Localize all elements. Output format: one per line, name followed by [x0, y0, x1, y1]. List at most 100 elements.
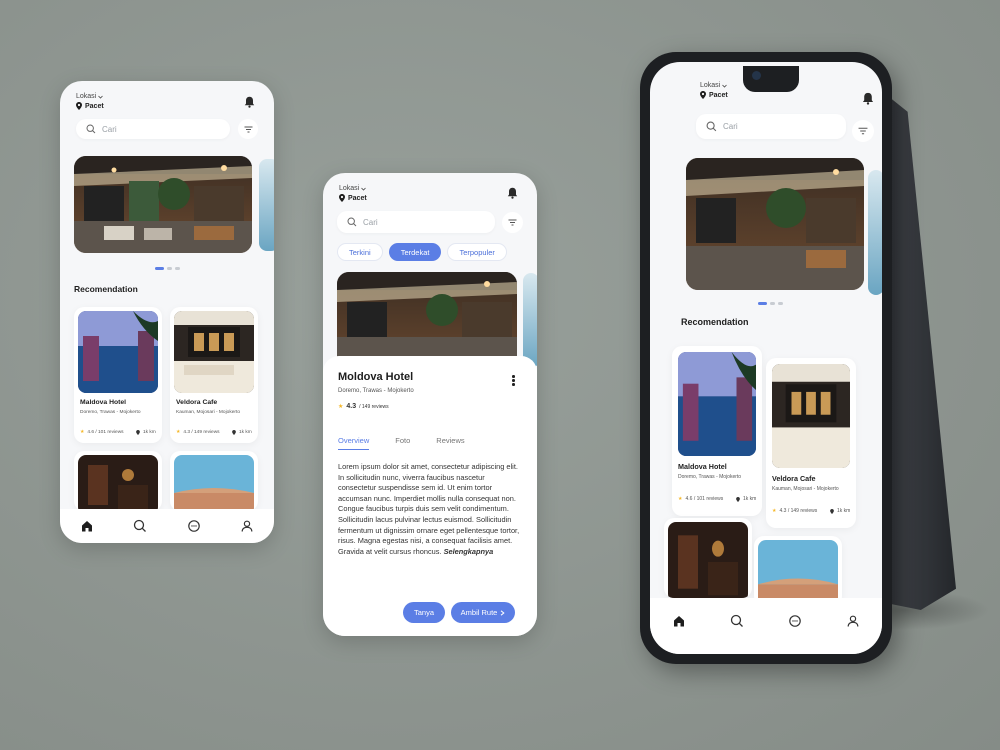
location-value: Pacet: [76, 102, 104, 110]
place-distance: 1k km: [830, 508, 850, 514]
place-card[interactable]: Maldova Hotel Doremo, Trawas - Mojokerto…: [74, 307, 162, 443]
place-address: Doremo, Trawas - Mojokerto: [80, 410, 141, 415]
chat-icon[interactable]: [788, 614, 802, 628]
place-card[interactable]: Veldora Cafe Kauman, Mojosari - Mojokert…: [170, 307, 258, 443]
location-value: Pacet: [339, 194, 367, 202]
search-input[interactable]: Cari: [76, 119, 230, 139]
map-pin-icon: [232, 430, 236, 435]
chevron-down-icon: [98, 95, 104, 99]
bell-icon[interactable]: [244, 96, 255, 108]
search-input[interactable]: Cari: [337, 211, 495, 233]
user-icon[interactable]: [846, 614, 860, 628]
place-address: Doremo, Trawas - Mojokerto: [678, 474, 742, 480]
filter-button[interactable]: [502, 212, 523, 233]
place-address: Kauman, Mojosari - Mojokerto: [176, 410, 240, 415]
next-banner-peek[interactable]: [868, 170, 882, 295]
featured-banner-image[interactable]: [686, 158, 864, 290]
camera-icon: [752, 71, 761, 80]
bottom-navbar: [60, 509, 274, 543]
next-banner-peek[interactable]: [259, 159, 274, 251]
place-card[interactable]: [754, 536, 842, 606]
detail-rating: ★ 4.3 / 149 reviews: [338, 403, 389, 410]
map-pin-icon: [736, 496, 740, 502]
location-label: Lokasi: [76, 93, 104, 100]
search-icon: [706, 121, 717, 132]
filter-icon: [244, 126, 252, 132]
star-icon: ★: [80, 430, 85, 435]
search-input[interactable]: Cari: [696, 114, 846, 139]
location-label: Lokasi: [700, 82, 728, 89]
tab-reviews[interactable]: Reviews: [436, 436, 464, 445]
star-icon: ★: [176, 430, 181, 435]
map-pin-icon: [76, 102, 82, 110]
place-image: [668, 522, 748, 598]
map-pin-icon: [700, 91, 706, 99]
route-button[interactable]: Ambil Rute: [451, 602, 515, 623]
search-icon[interactable]: [730, 614, 744, 628]
device-notch: [743, 66, 799, 92]
place-image: [78, 311, 158, 393]
place-card[interactable]: Veldora Cafe Kauman, Mojosari - Mojokert…: [766, 358, 856, 528]
user-icon[interactable]: [240, 519, 254, 533]
recommendation-title: Recomendation: [74, 284, 138, 294]
tab-terdekat[interactable]: Terdekat: [388, 243, 442, 261]
filter-button[interactable]: [852, 120, 874, 142]
place-name: Maldova Hotel: [80, 399, 127, 406]
place-rating: ★ 4.6 / 101 reviews: [80, 430, 124, 435]
place-image: [678, 352, 756, 456]
kebab-menu-icon[interactable]: [512, 375, 515, 386]
map-pin-icon: [339, 194, 345, 202]
place-image: [174, 311, 254, 393]
place-card[interactable]: Maldova Hotel Doremo, Trawas - Mojokerto…: [672, 346, 762, 516]
location-header[interactable]: Lokasi Pacet: [76, 93, 104, 110]
detail-sheet: Moldova Hotel Doremo, Trawas - Mojokerto…: [323, 356, 537, 636]
detail-description: Lorem ipsum dolor sit amet, consectetur …: [338, 462, 520, 556]
filter-tabs: Terkini Terdekat Terpopuler: [337, 243, 507, 261]
place-card[interactable]: [664, 518, 752, 598]
home-icon[interactable]: [672, 614, 686, 628]
map-pin-icon: [830, 508, 834, 514]
location-header[interactable]: Lokasi Pacet: [339, 185, 367, 202]
chevron-down-icon: [722, 84, 728, 88]
ask-button[interactable]: Tanya: [403, 602, 445, 623]
search-icon: [347, 217, 357, 227]
detail-title: Moldova Hotel: [338, 371, 414, 383]
location-header[interactable]: Lokasi Pacet: [700, 82, 728, 99]
bottom-navbar: [650, 598, 882, 654]
star-icon: ★: [772, 508, 777, 514]
place-card[interactable]: [74, 451, 162, 511]
place-image: [174, 455, 254, 511]
chevron-down-icon: [361, 187, 367, 191]
filter-icon: [858, 127, 868, 135]
featured-banner-image[interactable]: [74, 156, 252, 253]
star-icon: ★: [678, 496, 683, 502]
place-address: Kauman, Mojosari - Mojokerto: [772, 486, 839, 492]
home-screen-left: Lokasi Pacet Cari Recomendation Maldova …: [60, 81, 274, 543]
place-distance: 1k km: [736, 496, 756, 502]
location-label: Lokasi: [339, 185, 367, 192]
filter-icon: [508, 219, 517, 226]
place-image: [772, 364, 850, 468]
tab-overview[interactable]: Overview: [338, 436, 370, 450]
place-card[interactable]: [170, 451, 258, 511]
place-name: Maldova Hotel: [678, 462, 727, 471]
place-name: Veldora Cafe: [772, 474, 816, 483]
filter-button[interactable]: [238, 119, 258, 139]
place-name: Veldora Cafe: [176, 399, 218, 406]
tab-terkini[interactable]: Terkini: [337, 243, 383, 261]
carousel-dots: [758, 302, 783, 305]
bell-icon[interactable]: [507, 187, 518, 199]
detail-tabs: Overview Foto Reviews: [338, 436, 465, 450]
place-image: [78, 455, 158, 511]
chevron-right-icon: [501, 609, 505, 616]
bell-icon[interactable]: [862, 92, 874, 105]
home-icon[interactable]: [80, 519, 94, 533]
tab-foto[interactable]: Foto: [395, 436, 410, 445]
place-distance: 1k km: [232, 430, 252, 435]
chat-icon[interactable]: [187, 519, 201, 533]
mockup-stage: Lokasi Pacet Cari Recomendation Maldova …: [0, 0, 1000, 750]
tab-terpopuler[interactable]: Terpopuler: [447, 243, 507, 261]
read-more-link[interactable]: Selengkapnya: [444, 547, 494, 556]
search-icon[interactable]: [133, 519, 147, 533]
next-banner-peek[interactable]: [523, 273, 537, 368]
